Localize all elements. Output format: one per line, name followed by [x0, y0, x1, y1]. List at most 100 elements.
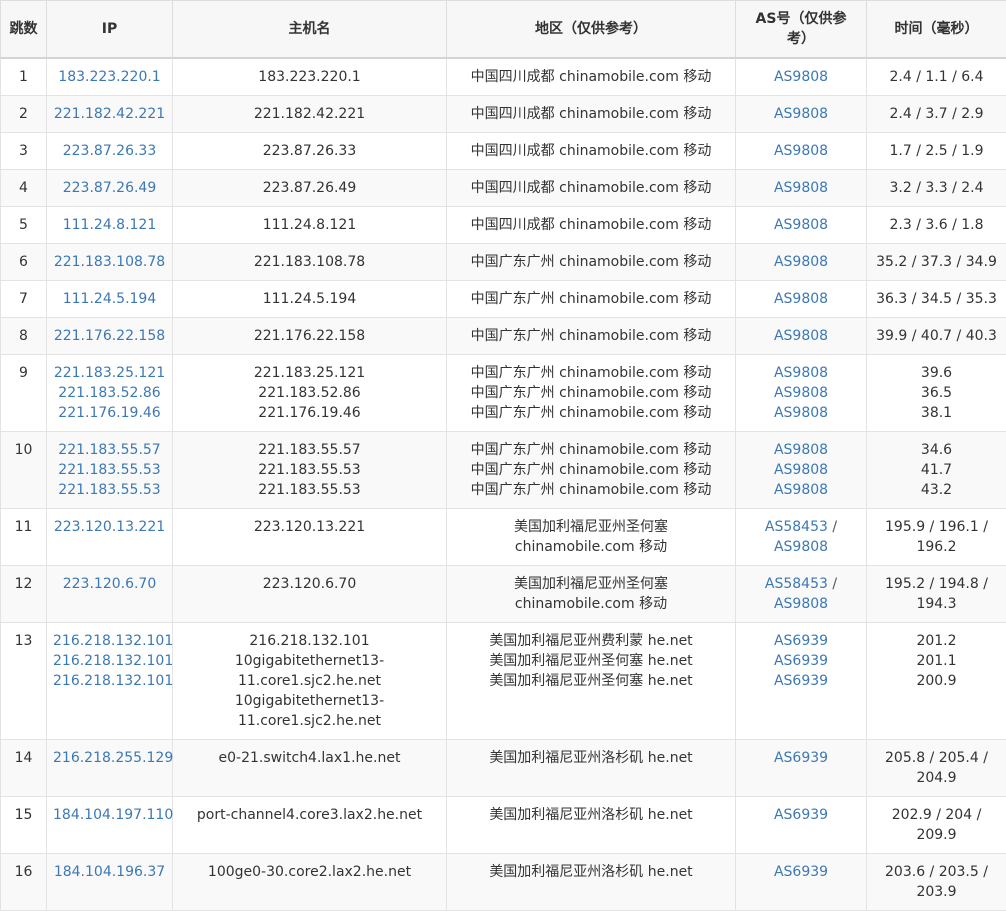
as-link[interactable]: AS6939 [774, 653, 828, 669]
ip-link[interactable]: 221.183.108.78 [53, 252, 166, 272]
as-line: AS6939 [742, 805, 860, 825]
region-text: 美国加利福尼亚州圣何塞 he.net [453, 651, 729, 671]
as-line: AS9808 [742, 215, 860, 235]
ip-link[interactable]: 221.176.22.158 [53, 326, 166, 346]
as-link[interactable]: AS9808 [774, 462, 828, 478]
ip-link[interactable]: 221.183.55.53 [53, 460, 166, 480]
as-link[interactable]: AS9808 [774, 442, 828, 458]
hostname-text: 183.223.220.1 [179, 67, 440, 87]
as-link[interactable]: AS6939 [774, 750, 828, 766]
time-text: 2.3 / 3.6 / 1.8 [873, 215, 1000, 235]
region-text: 美国加利福尼亚州费利蒙 he.net [453, 631, 729, 651]
as-link[interactable]: AS9808 [774, 328, 828, 344]
as-link[interactable]: AS58453 [765, 519, 828, 535]
as-link[interactable]: AS9808 [774, 385, 828, 401]
hostname-text: 221.176.22.158 [179, 326, 440, 346]
as-link[interactable]: AS9808 [774, 69, 828, 85]
as-link[interactable]: AS9808 [774, 405, 828, 421]
time-cell: 195.9 / 196.1 /196.2 [867, 508, 1006, 565]
as-link[interactable]: AS9808 [774, 365, 828, 381]
region-text: 中国广东广州 chinamobile.com 移动 [453, 252, 729, 272]
hostname-text: 221.183.108.78 [179, 252, 440, 272]
region-text: 中国广东广州 chinamobile.com 移动 [453, 460, 729, 480]
time-text: 39.9 / 40.7 / 40.3 [873, 326, 1000, 346]
ip-link[interactable]: 183.223.220.1 [53, 67, 166, 87]
ip-link[interactable]: 184.104.197.110 [53, 805, 166, 825]
as-link[interactable]: AS6939 [774, 807, 828, 823]
as-line: AS6939 [742, 671, 860, 691]
time-text: 39.6 [873, 363, 1000, 383]
as-link[interactable]: AS6939 [774, 673, 828, 689]
ip-link[interactable]: 223.120.13.221 [53, 517, 166, 537]
as-link[interactable]: AS6939 [774, 864, 828, 880]
ip-link[interactable]: 221.176.19.46 [53, 403, 166, 423]
as-link[interactable]: AS9808 [774, 180, 828, 196]
as-cell: AS6939 [736, 853, 867, 910]
ip-link[interactable]: 221.183.55.53 [53, 480, 166, 500]
time-text: 201.1 [873, 651, 1000, 671]
ip-link[interactable]: 223.120.6.70 [53, 574, 166, 594]
hostname-text: 111.24.5.194 [179, 289, 440, 309]
as-link[interactable]: AS9808 [774, 482, 828, 498]
header-hop: 跳数 [1, 1, 47, 58]
as-link[interactable]: AS9808 [774, 291, 828, 307]
region-cell: 中国四川成都 chinamobile.com 移动 [447, 206, 736, 243]
table-row: 8221.176.22.158221.176.22.158中国广东广州 chin… [1, 317, 1006, 354]
ip-link[interactable]: 111.24.8.121 [53, 215, 166, 235]
as-line: AS6939 [742, 748, 860, 768]
time-text: 36.5 [873, 383, 1000, 403]
as-cell: AS9808 [736, 243, 867, 280]
hop-cell: 9 [1, 354, 47, 431]
time-cell: 202.9 / 204 /209.9 [867, 796, 1006, 853]
hop-cell: 12 [1, 565, 47, 622]
host-cell: 223.87.26.49 [173, 169, 447, 206]
ip-cell: 223.120.6.70 [47, 565, 173, 622]
time-text: 200.9 [873, 671, 1000, 691]
ip-link[interactable]: 221.183.55.57 [53, 440, 166, 460]
ip-link[interactable]: 221.183.52.86 [53, 383, 166, 403]
time-text: 195.2 / 194.8 / [873, 574, 1000, 594]
ip-link[interactable]: 216.218.255.129 [53, 748, 166, 768]
hop-cell: 3 [1, 132, 47, 169]
ip-link[interactable]: 221.183.25.121 [53, 363, 166, 383]
region-cell: 中国广东广州 chinamobile.com 移动中国广东广州 chinamob… [447, 354, 736, 431]
as-link[interactable]: AS9808 [774, 217, 828, 233]
host-cell: 100ge0-30.core2.lax2.he.net [173, 853, 447, 910]
ip-link[interactable]: 216.218.132.101 [53, 671, 166, 691]
time-text: 2.4 / 1.1 / 6.4 [873, 67, 1000, 87]
region-text: 中国广东广州 chinamobile.com 移动 [453, 383, 729, 403]
ip-cell: 184.104.197.110 [47, 796, 173, 853]
ip-link[interactable]: 223.87.26.49 [53, 178, 166, 198]
region-cell: 中国四川成都 chinamobile.com 移动 [447, 132, 736, 169]
hostname-text: 216.218.132.101 [179, 631, 440, 651]
as-link[interactable]: AS9808 [774, 539, 828, 555]
as-link[interactable]: AS58453 [765, 576, 828, 592]
ip-link[interactable]: 223.87.26.33 [53, 141, 166, 161]
ip-link[interactable]: 216.218.132.101 [53, 651, 166, 671]
as-cell: AS6939 [736, 796, 867, 853]
as-line: AS58453 / [742, 517, 860, 537]
ip-link[interactable]: 184.104.196.37 [53, 862, 166, 882]
time-cell: 201.2201.1200.9 [867, 622, 1006, 739]
ip-link[interactable]: 221.182.42.221 [53, 104, 166, 124]
as-link[interactable]: AS9808 [774, 143, 828, 159]
region-text: 中国四川成都 chinamobile.com 移动 [453, 178, 729, 198]
ip-link[interactable]: 111.24.5.194 [53, 289, 166, 309]
as-link[interactable]: AS6939 [774, 633, 828, 649]
host-cell: port-channel4.core3.lax2.he.net [173, 796, 447, 853]
as-link[interactable]: AS9808 [774, 596, 828, 612]
region-text: 中国四川成都 chinamobile.com 移动 [453, 215, 729, 235]
hop-cell: 1 [1, 58, 47, 96]
ip-cell: 221.183.108.78 [47, 243, 173, 280]
as-link[interactable]: AS9808 [774, 254, 828, 270]
as-link[interactable]: AS9808 [774, 106, 828, 122]
ip-link[interactable]: 216.218.132.101 [53, 631, 166, 651]
host-cell: e0-21.switch4.lax1.he.net [173, 739, 447, 796]
traceroute-table: 跳数 IP 主机名 地区（仅供参考） AS号（仅供参考） 时间（毫秒） 1183… [0, 0, 1006, 911]
region-cell: 美国加利福尼亚州洛杉矶 he.net [447, 853, 736, 910]
ip-cell: 183.223.220.1 [47, 58, 173, 96]
hop-cell: 2 [1, 95, 47, 132]
region-cell: 中国广东广州 chinamobile.com 移动中国广东广州 chinamob… [447, 431, 736, 508]
hop-cell: 4 [1, 169, 47, 206]
host-cell: 223.87.26.33 [173, 132, 447, 169]
